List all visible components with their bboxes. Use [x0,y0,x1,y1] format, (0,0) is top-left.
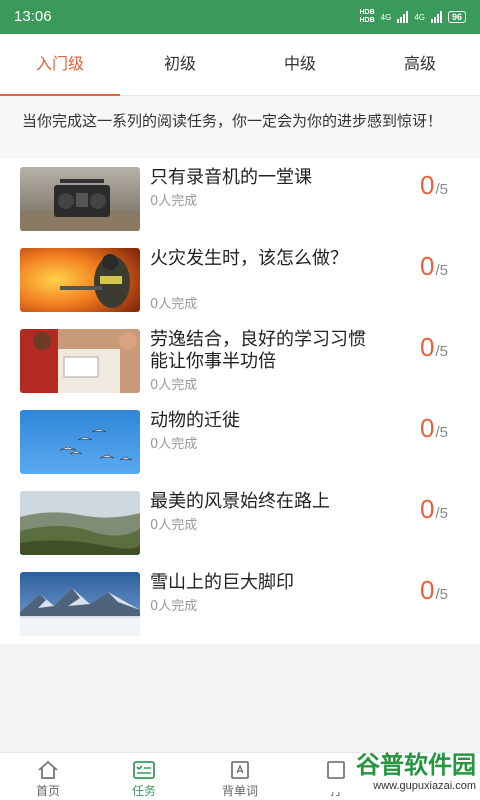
hd-indicator: HDB HDB [359,9,375,24]
nav-words[interactable]: 背单词 [192,753,288,800]
item-title: 劳逸结合，良好的学习习惯能让你事半功倍 [150,329,366,372]
item-score: 0/5 [420,413,448,443]
tab-intermediate[interactable]: 中级 [240,34,360,95]
nav-tasks-label: 任务 [131,784,156,798]
item-completed-count: 0人完成 [150,378,198,393]
list-item[interactable]: 劳逸结合，良好的学习习惯能让你事半功倍 0人完成 0/5 [0,320,480,400]
list-item[interactable]: 最美的风景始终在路上 0人完成 0/5 [0,482,480,562]
watermark-logo: 谷普软件园 www.gupuxiazai.com [326,752,476,800]
tab-advanced[interactable]: 高级 [360,34,480,95]
nav-home-label: 首页 [35,784,60,798]
item-completed-count: 0人完成 [150,599,198,614]
status-indicators: HDB HDB 4G 4G 96 [359,9,466,25]
item-score: 0/5 [420,170,448,200]
item-score: 0/5 [420,251,448,281]
item-title: 雪山上的巨大脚印 [150,572,294,593]
nav-home[interactable]: 首页 [0,753,96,800]
tab-beginner[interactable]: 入门级 [0,34,120,96]
item-completed-count: 0人完成 [150,194,198,209]
watermark-title: 谷普软件园 [356,752,476,779]
item-score: 0/5 [420,575,448,605]
level-tabs: 入门级 初级 中级 高级 [0,34,480,96]
item-title: 最美的风景始终在路上 [150,491,330,512]
item-title: 只有录音机的一堂课 [150,167,312,188]
item-title: 火灾发生时，该怎么做？ [150,248,348,269]
signal-icon [397,11,409,23]
word-card-icon [231,761,249,779]
snow-mountain-photo [20,572,140,636]
birds-sky-photo [20,410,140,474]
item-completed-count: 0人完成 [150,518,198,533]
list-item[interactable]: 只有录音机的一堂课 0人完成 0/5 [0,158,480,238]
list-item[interactable]: 动物的迁徙 0人完成 0/5 [0,401,480,481]
list-item[interactable]: 火灾发生时，该怎么做？ 0人完成 0/5 [0,239,480,319]
status-bar: 13:06 HDB HDB 4G 4G 96 [0,0,480,34]
list-item[interactable]: 雪山上的巨大脚印 0人完成 0/5 [0,563,480,643]
network-label-a: 4G [380,12,392,22]
item-score: 0/5 [420,494,448,524]
item-completed-count: 0人完成 [150,437,198,452]
watermark-url: www.gupuxiazai.com [326,780,476,792]
tab-elementary[interactable]: 初级 [120,34,240,95]
network-label-b: 4G [414,12,425,22]
battery-icon: 96 [447,11,466,23]
nav-tasks[interactable]: 任务 [96,753,192,800]
item-title: 动物的迁徙 [150,410,240,431]
item-score: 0/5 [420,332,448,362]
home-icon [38,760,58,779]
task-list: 只有录音机的一堂课 0人完成 0/5 火灾发生时，该怎么做？ 0人完成 0/5 [0,158,480,644]
signal-icon [430,11,442,23]
item-completed-count: 0人完成 [150,297,198,312]
landscape-photo [20,491,140,555]
task-icon [133,761,155,779]
intro-text: 当你完成这一系列的阅读任务，你一定会为你的进步感到惊讶！ [0,97,480,157]
study-desk-photo [20,329,140,393]
nav-words-label: 背单词 [221,784,258,798]
firefighter-photo [20,248,140,312]
radio-photo [20,167,140,231]
status-time: 13:06 [14,8,52,25]
